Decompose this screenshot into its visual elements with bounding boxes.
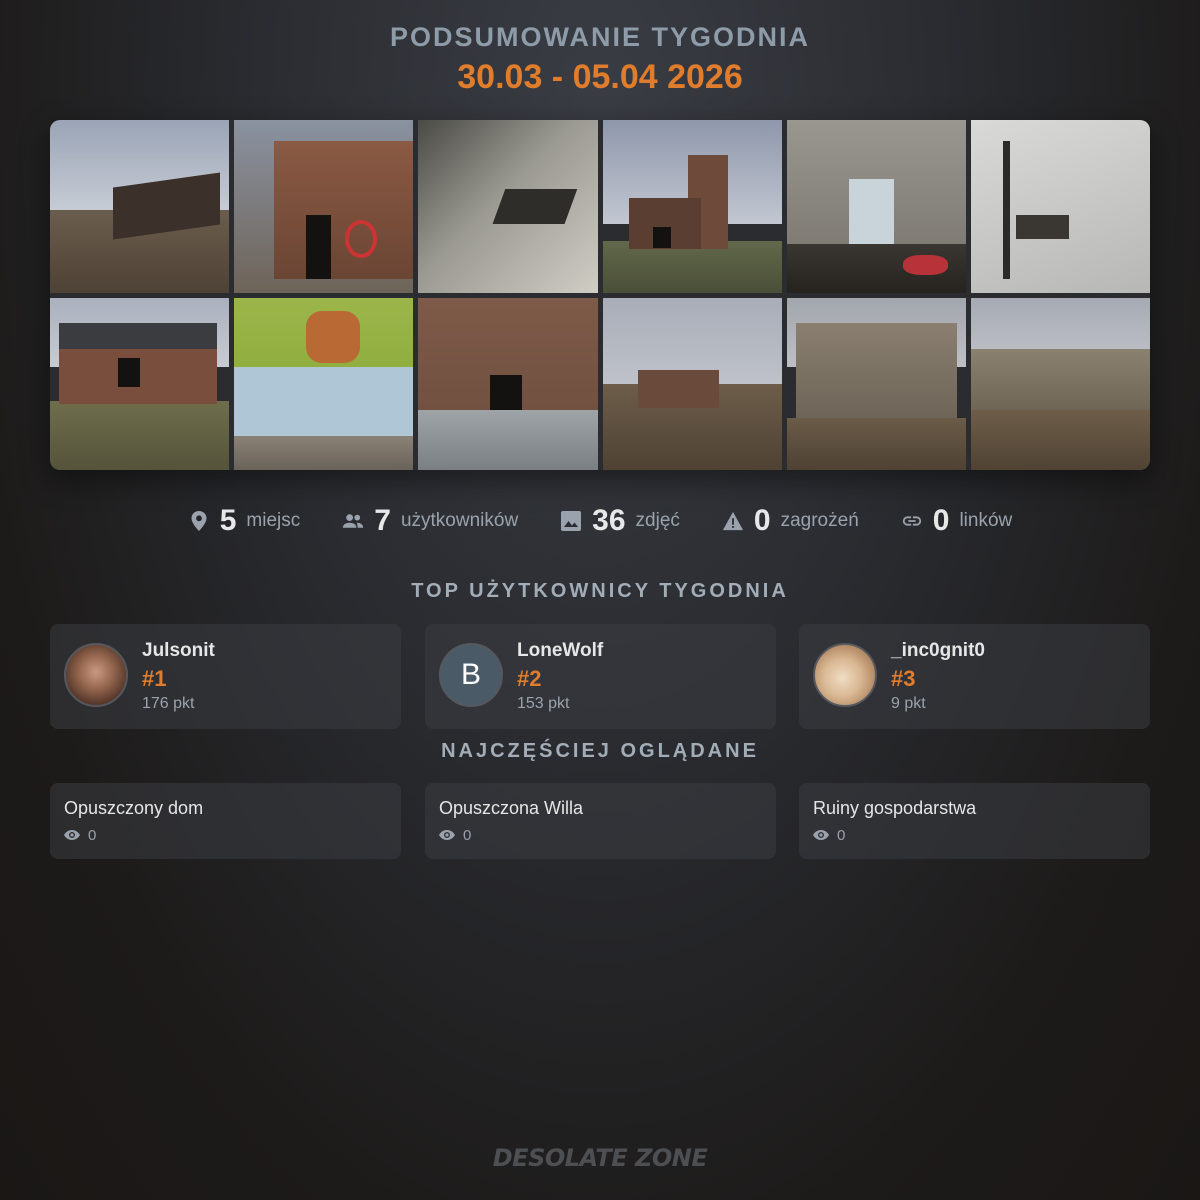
views-count: 0: [837, 827, 846, 844]
top-user-card[interactable]: B LoneWolf #2 153 pkt: [425, 624, 776, 729]
stat-value: 36: [592, 504, 626, 537]
gallery-photo[interactable]: [786, 297, 966, 470]
stat-value: 5: [219, 504, 237, 537]
user-name[interactable]: LoneWolf: [517, 640, 603, 662]
gallery-photo[interactable]: [50, 120, 230, 293]
user-points: 9 pkt: [891, 695, 926, 712]
top-users-heading: TOP UŻYTKOWNICY TYGODNIA: [411, 580, 789, 602]
gallery-photo[interactable]: [50, 297, 230, 470]
user-rank: #3: [891, 666, 916, 691]
stat-label: zagrożeń: [780, 510, 859, 531]
desolate-zone-logo: DESOLATE ZONE: [492, 1144, 708, 1172]
stat-links: 0 linków: [901, 504, 1013, 538]
most-viewed-heading: NAJCZĘŚCIEJ OGLĄDANE: [441, 740, 759, 762]
link-icon: [901, 510, 923, 532]
most-viewed-card[interactable]: Ruiny gospodarstwa 0: [799, 783, 1150, 859]
stat-value: 7: [374, 504, 391, 537]
place-name[interactable]: Opuszczony dom: [64, 798, 203, 819]
stat-label: zdjęć: [635, 510, 680, 531]
avatar: B: [439, 643, 503, 707]
stat-users: 7 użytkowników: [342, 504, 518, 538]
photo-gallery: [50, 120, 1150, 470]
user-rank: #1: [142, 666, 167, 691]
most-viewed-card[interactable]: Opuszczona Willa 0: [425, 783, 776, 859]
user-name[interactable]: Julsonit: [142, 640, 215, 662]
stat-label: użytkowników: [400, 510, 519, 531]
top-user-card[interactable]: _inc0gnit0 #3 9 pkt: [799, 624, 1150, 729]
stat-photos: 36 zdjęć: [560, 504, 680, 538]
avatar: [813, 643, 877, 707]
weekly-summary-page: PODSUMOWANIE TYGODNIA 30.03 - 05.04 2026: [0, 0, 1200, 1200]
stat-threats: 0 zagrożeń: [722, 504, 859, 538]
user-name[interactable]: _inc0gnit0: [891, 640, 985, 662]
gallery-photo[interactable]: [234, 120, 414, 293]
gallery-photo[interactable]: [418, 120, 598, 293]
stat-label: linków: [959, 510, 1013, 531]
gallery-photo[interactable]: [234, 297, 414, 470]
place-views: 0: [813, 827, 845, 844]
users-icon: [342, 510, 364, 532]
place-views: 0: [439, 827, 471, 844]
eye-icon: [64, 827, 80, 844]
user-rank: #2: [517, 666, 542, 691]
user-points: 153 pkt: [517, 695, 570, 712]
top-user-card[interactable]: Julsonit #1 176 pkt: [50, 624, 401, 729]
gallery-photo[interactable]: [418, 297, 598, 470]
stat-value: 0: [753, 504, 771, 537]
place-name[interactable]: Opuszczona Willa: [439, 798, 583, 819]
page-title: PODSUMOWANIE TYGODNIA: [389, 22, 810, 52]
date-range: 30.03 - 05.04 2026: [457, 58, 743, 96]
place-name[interactable]: Ruiny gospodarstwa: [813, 798, 976, 819]
views-count: 0: [463, 827, 472, 844]
avatar: [64, 643, 128, 707]
image-icon: [560, 510, 582, 532]
gallery-photo[interactable]: [602, 297, 782, 470]
gallery-photo[interactable]: [602, 120, 782, 293]
place-views: 0: [64, 827, 96, 844]
stats-row: 5 miejsc 7 użytkowników 36 zdjęć 0 zagro…: [0, 498, 1200, 544]
views-count: 0: [88, 827, 97, 844]
gallery-photo[interactable]: [786, 120, 966, 293]
gallery-photo[interactable]: [970, 297, 1150, 470]
gallery-photo[interactable]: [970, 120, 1150, 293]
location-pin-icon: [188, 510, 210, 532]
eye-icon: [439, 827, 455, 844]
user-points: 176 pkt: [142, 695, 195, 712]
warning-icon: [722, 510, 744, 532]
stat-value: 0: [932, 504, 950, 537]
most-viewed-card[interactable]: Opuszczony dom 0: [50, 783, 401, 859]
stat-label: miejsc: [246, 510, 301, 531]
eye-icon: [813, 827, 829, 844]
stat-places: 5 miejsc: [188, 504, 301, 538]
